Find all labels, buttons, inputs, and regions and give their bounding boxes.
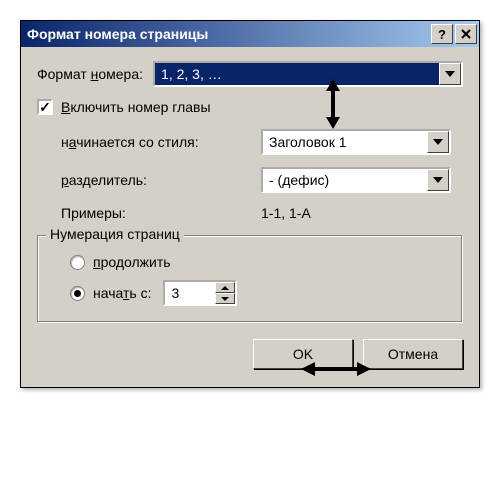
separator-value: - (дефис) <box>263 169 427 191</box>
continue-radio[interactable] <box>70 255 85 270</box>
dialog-title: Формат номера страницы <box>27 26 429 42</box>
continue-radio-row: продолжить <box>52 254 448 270</box>
separator-row: разделитель: - (дефис) <box>61 167 463 193</box>
chevron-up-icon <box>221 286 229 290</box>
page-numbering-legend: Нумерация страниц <box>46 226 184 242</box>
starts-with-style-label: начинается со стиля: <box>61 134 261 150</box>
include-chapter-row: ✓ Включить номер главы <box>37 99 463 115</box>
number-format-dropdown-button[interactable] <box>439 63 461 85</box>
page-number-format-dialog: Формат номера страницы ? Формат номера: … <box>20 20 480 388</box>
check-icon: ✓ <box>39 100 51 114</box>
chevron-down-icon <box>433 177 443 183</box>
continue-label: продолжить <box>93 254 171 270</box>
dialog-buttons: OK Отмена <box>37 339 463 369</box>
starts-with-style-combo[interactable]: Заголовок 1 <box>261 129 451 155</box>
ok-button[interactable]: OK <box>253 339 353 369</box>
starts-with-style-value: Заголовок 1 <box>263 131 427 153</box>
number-format-combo[interactable]: 1, 2, 3, … <box>153 61 463 87</box>
titlebar: Формат номера страницы ? <box>21 21 479 47</box>
number-format-label: Формат номера: <box>37 66 143 82</box>
examples-row: Примеры: 1-1, 1-A <box>61 205 463 221</box>
examples-value: 1-1, 1-A <box>261 205 311 221</box>
number-format-value: 1, 2, 3, … <box>155 63 439 85</box>
radio-dot-icon <box>74 290 81 297</box>
spinner-down-button[interactable] <box>215 293 235 304</box>
help-button[interactable]: ? <box>431 24 453 44</box>
include-chapter-label: Включить номер главы <box>61 99 211 115</box>
start-at-spinner[interactable]: 3 <box>163 280 237 306</box>
number-format-row: Формат номера: 1, 2, 3, … <box>37 61 463 87</box>
chevron-down-icon <box>433 139 443 145</box>
chevron-down-icon <box>445 71 455 77</box>
page-numbering-group: Нумерация страниц продолжить начать с: 3 <box>37 235 463 323</box>
start-at-radio[interactable] <box>70 286 85 301</box>
separator-dropdown-button[interactable] <box>427 169 449 191</box>
include-chapter-checkbox[interactable]: ✓ <box>37 99 53 115</box>
spinner-up-button[interactable] <box>215 282 235 293</box>
separator-combo[interactable]: - (дефис) <box>261 167 451 193</box>
cancel-button[interactable]: Отмена <box>363 339 463 369</box>
starts-with-style-dropdown-button[interactable] <box>427 131 449 153</box>
examples-label: Примеры: <box>61 205 261 221</box>
chevron-down-icon <box>221 297 229 301</box>
start-at-value[interactable]: 3 <box>165 282 215 304</box>
start-at-radio-row: начать с: 3 <box>52 280 448 306</box>
start-at-label: начать с: <box>93 285 151 301</box>
close-button[interactable] <box>455 24 477 44</box>
separator-label: разделитель: <box>61 172 261 188</box>
starts-with-style-row: начинается со стиля: Заголовок 1 <box>61 129 463 155</box>
close-icon <box>461 29 471 39</box>
